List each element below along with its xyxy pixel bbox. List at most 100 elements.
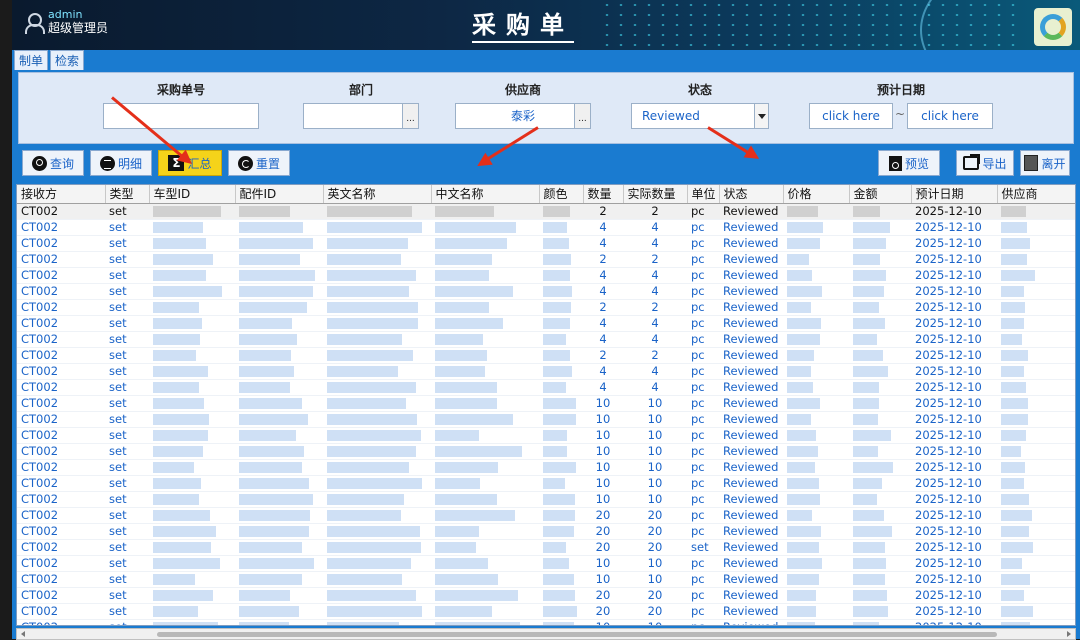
export-icon [963, 156, 980, 170]
date-to-input[interactable]: click here [907, 103, 993, 129]
column-header[interactable]: 颜色 [539, 185, 584, 204]
table-cell: Reviewed [719, 251, 783, 268]
user-role: 超级管理员 [48, 21, 109, 35]
table-row[interactable]: CT002 set 4 4 pc Reviewed 2025-12-10 [17, 267, 1075, 284]
table-row[interactable]: CT002 set 4 4 pc Reviewed 2025-12-10 [17, 315, 1075, 332]
column-header[interactable]: 接收方 [17, 185, 106, 204]
table-row[interactable]: CT002 set 2 2 pc Reviewed 2025-12-10 [17, 203, 1075, 220]
column-header[interactable]: 数量 [583, 185, 624, 204]
user-info[interactable]: admin 超级管理员 [24, 8, 108, 36]
horizontal-scrollbar[interactable] [16, 628, 1076, 640]
table-row[interactable]: CT002set1010pcReviewed2025-12-10 [17, 395, 1075, 412]
table-row[interactable]: CT002set1010pcReviewed2025-12-10 [17, 427, 1075, 444]
table-cell: CT002 [17, 251, 105, 268]
table-row[interactable]: CT002set1010pcReviewed2025-12-10 [17, 475, 1075, 492]
reset-button[interactable]: 重置 [228, 150, 290, 176]
table-row[interactable]: CT002 set 4 4 pc Reviewed 2025-12-10 [17, 363, 1075, 380]
redacted-cell [431, 283, 539, 300]
table-cell: pc [687, 299, 719, 316]
redacted-cell [149, 603, 235, 620]
column-header[interactable]: 单位 [687, 185, 720, 204]
redacted-cell [235, 267, 323, 284]
redacted-cell [539, 203, 583, 220]
date-from-input[interactable]: click here [809, 103, 893, 129]
column-header[interactable]: 金额 [849, 185, 912, 204]
table-cell: CT002 [17, 379, 105, 396]
table-row[interactable]: CT002 set 20 20 pc Reviewed 2025-12-10 [17, 523, 1075, 540]
table-row[interactable]: CT002set1010pcReviewed2025-12-10 [17, 443, 1075, 460]
exit-button[interactable]: 离开 [1020, 150, 1070, 176]
table-cell: Reviewed [719, 411, 783, 428]
table-cell: set [105, 299, 149, 316]
table-cell: 4 [583, 267, 623, 284]
table-row[interactable]: CT002 set 4 4 pc Reviewed 2025-12-10 [17, 331, 1075, 348]
column-header[interactable]: 价格 [783, 185, 850, 204]
column-header[interactable]: 状态 [719, 185, 784, 204]
table-row[interactable]: CT002set1010pcReviewed2025-12-10 [17, 555, 1075, 572]
table-cell: Reviewed [719, 523, 783, 540]
supplier-input[interactable]: 泰彩 ... [455, 103, 591, 129]
scroll-right-icon[interactable] [1067, 631, 1071, 637]
company-logo-icon [1034, 8, 1072, 46]
table-cell: 10 [583, 459, 623, 476]
table-row[interactable]: CT002 set 2 2 pc Reviewed 2025-12-10 [17, 251, 1075, 268]
table-cell: 2025-12-10 [911, 539, 997, 556]
table-cell: pc [687, 347, 719, 364]
detail-button[interactable]: 明细 [90, 150, 152, 176]
column-header[interactable]: 配件ID [235, 185, 324, 204]
table-row[interactable]: CT002 set 4 4 pc Reviewed 2025-12-10 [17, 283, 1075, 300]
table-row[interactable]: CT002 set 2 2 pc Reviewed 2025-12-10 [17, 299, 1075, 316]
column-header[interactable]: 供应商 [997, 185, 1075, 204]
dept-picker-button[interactable]: ... [402, 104, 418, 128]
table-row[interactable]: CT002 set 20 20 set Reviewed 2025-12-10 [17, 539, 1075, 556]
column-header[interactable]: 英文名称 [323, 185, 432, 204]
redacted-cell [539, 363, 583, 380]
redacted-cell [431, 475, 539, 492]
column-header[interactable]: 中文名称 [431, 185, 540, 204]
table-row[interactable]: CT002set1010pcReviewed2025-12-10 [17, 411, 1075, 428]
table-row[interactable]: CT002 set 2 2 pc Reviewed 2025-12-10 [17, 347, 1075, 364]
column-header[interactable]: 实际数量 [623, 185, 688, 204]
redacted-cell [235, 427, 323, 444]
chevron-down-icon[interactable] [754, 104, 768, 128]
table-row[interactable]: CT002 set 20 20 pc Reviewed 2025-12-10 [17, 587, 1075, 604]
data-grid[interactable]: 接收方 类型 车型ID 配件ID 英文名称 中文名称 颜色 数量 实际数量 单位 状态 价格 金额 预计日… [16, 184, 1076, 626]
table-cell: pc [687, 235, 719, 252]
table-row[interactable]: CT002 set 4 4 pc Reviewed 2025-12-10 [17, 219, 1075, 236]
table-cell: set [105, 395, 149, 412]
table-row[interactable]: CT002 set 20 20 pc Reviewed 2025-12-10 [17, 507, 1075, 524]
table-row[interactable]: CT002set1010pcReviewed2025-12-10 [17, 459, 1075, 476]
table-row[interactable]: CT002 set 4 4 pc Reviewed 2025-12-10 [17, 379, 1075, 396]
redacted-cell [323, 331, 431, 348]
redacted-cell [783, 619, 849, 625]
preview-button[interactable]: 预览 [878, 150, 940, 176]
column-header[interactable]: 类型 [105, 185, 150, 204]
redacted-cell [997, 571, 1075, 588]
export-button[interactable]: 导出 [956, 150, 1014, 176]
table-cell: 10 [623, 491, 687, 508]
dept-input[interactable]: ... [303, 103, 419, 129]
table-cell: 2025-12-10 [911, 619, 997, 625]
table-row[interactable]: CT002set1010pcReviewed2025-12-10 [17, 619, 1075, 625]
column-header[interactable]: 预计日期 [911, 185, 998, 204]
table-cell: 4 [623, 379, 687, 396]
table-row[interactable]: CT002 set 4 4 pc Reviewed 2025-12-10 [17, 235, 1075, 252]
table-row[interactable]: CT002 set 20 20 pc Reviewed 2025-12-10 [17, 603, 1075, 620]
supplier-value: 泰彩 [510, 109, 535, 123]
scroll-left-icon[interactable] [21, 631, 25, 637]
redacted-cell [323, 555, 431, 572]
column-header[interactable]: 车型ID [149, 185, 236, 204]
tab-search[interactable]: 检索 [50, 50, 85, 70]
status-select[interactable]: Reviewed [631, 103, 769, 129]
supplier-picker-button[interactable]: ... [574, 104, 590, 128]
table-row[interactable]: CT002set1010pcReviewed2025-12-10 [17, 571, 1075, 588]
query-button[interactable]: 查询 [22, 150, 84, 176]
table-cell: 4 [583, 235, 623, 252]
redacted-cell [235, 507, 323, 524]
scroll-thumb[interactable] [157, 632, 997, 637]
tab-create[interactable]: 制单 [14, 50, 49, 70]
redacted-cell [235, 347, 323, 364]
table-cell: pc [687, 475, 719, 492]
redacted-cell [323, 443, 431, 460]
table-row[interactable]: CT002set1010pcReviewed2025-12-10 [17, 491, 1075, 508]
